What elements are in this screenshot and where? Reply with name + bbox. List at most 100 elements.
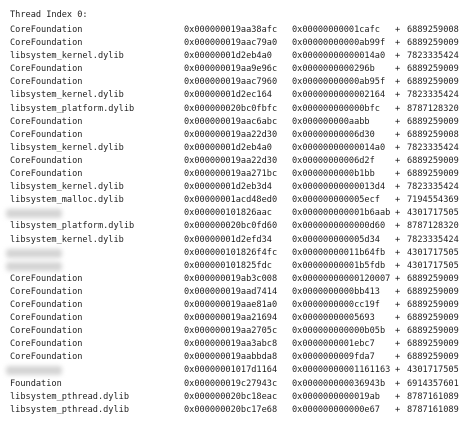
image-offset: 0x0000000000019ab [292,391,380,402]
image-offset: 0x000000000000b05b [292,326,386,337]
stack-frame-row: CoreFoundation 0x000000019aa22d30 0x000000… [10,129,470,142]
library-name: CoreFoundation [10,129,83,140]
stack-frame-row: CoreFoundation 0x000000019aa22d30 0x000000… [10,155,470,168]
symbol-offset: 7823335424 [407,142,459,153]
library-name: CoreFoundation [10,25,83,35]
symbol-offset: 4301717505 [407,247,459,258]
image-offset: 0x000000000aabb [292,116,370,127]
plus-sign: + [395,208,401,219]
image-offset: 0x00000000001b5fdb [292,260,386,271]
plus-sign: + [395,195,401,206]
frame-address: 0x000000019aa3abc8 [184,339,278,350]
symbol-offset: 6889259009 [407,299,459,310]
symbol-offset: 7194554369 [407,195,459,206]
frame-address: 0x000000019aa38afc [184,25,278,35]
image-offset: 0x0000000000b1bb [292,169,375,180]
symbol-offset: 8787161089 [407,391,459,402]
plus-sign: + [395,155,401,166]
frame-address: 0x000000019c27943c [184,378,278,389]
plus-sign: + [395,391,401,402]
library-name: libsystem_kernel.dylib [10,51,124,62]
image-offset: 0x000000000005ecf [292,195,380,206]
image-offset: 0x0000000000000d60 [292,221,386,232]
plus-sign: + [395,326,401,337]
image-offset: 0x0000000000002164 [292,90,386,101]
stack-frame-row: libsystem_kernel.dylib 0x00000001d2eb4a0 0… [10,142,470,155]
symbol-offset: 4301717505 [407,208,459,219]
library-name: CoreFoundation [10,273,83,284]
symbol-offset: 6889259009 [407,352,459,363]
plus-sign: + [395,103,401,114]
frame-address: 0x00000001acd48ed0 [184,195,278,206]
plus-sign: + [395,77,401,88]
frame-address: 0x000000019aac6abc [184,116,278,127]
image-offset: 0x00000000001cafc [292,25,380,35]
image-offset: 0x000000000036943b [292,378,386,389]
image-offset: 0x00000000011b64fb [292,247,386,258]
plus-sign: + [395,273,401,284]
symbol-offset: 7823335424 [407,51,459,62]
library-name: CoreFoundation [10,352,83,363]
image-offset: 0x00000000006d2f [292,155,375,166]
image-offset: 0x00000000006d30 [292,129,375,140]
frame-address: 0x00000001d2eb4a0 [184,51,272,62]
plus-sign: + [395,234,401,245]
library-name: libsystem_platform.dylib [10,221,135,232]
symbol-offset: 8787128320 [407,221,459,232]
stack-frame-row: 0x000000101826f4fc 0x00000000011b64fb +430… [6,247,470,260]
plus-sign: + [395,404,401,415]
frame-address: 0x000000019aa22d30 [184,155,278,166]
image-offset: 0x00000000000ab99f [292,38,386,49]
symbol-offset: 6889259009 [407,116,459,127]
symbol-offset: 7823335424 [407,234,459,245]
library-name: CoreFoundation [10,155,83,166]
stack-frame-row: CoreFoundation 0x000000019aac79a0 0x000000… [10,37,470,50]
image-offset: 0x0000000009fda7 [292,352,375,363]
image-offset: 0x00000000000014a0 [292,142,386,153]
image-offset: 0x0000000001ebc7 [292,339,375,350]
stack-frame-row: CoreFoundation 0x000000019aa271bc 0x000000… [10,168,470,181]
frame-address: 0x000000019aa271bc [184,169,278,180]
plus-sign: + [395,90,401,101]
symbol-offset: 6889259009 [407,77,459,88]
frame-address: 0x00000001d2ec164 [184,90,272,101]
plus-sign: + [395,260,401,271]
library-name: libsystem_pthread.dylib [10,391,129,402]
frame-address: 0x000000019aa21694 [184,313,278,324]
frame-address: 0x000000019aac7960 [184,77,278,88]
image-offset: 0x00000000005693 [292,313,375,324]
plus-sign: + [395,286,401,297]
frame-address: 0x000000019ab3c008 [184,273,278,284]
symbol-offset: 6889259009 [407,38,459,49]
stack-frame-row: libsystem_kernel.dylib 0x00000001d2eb4a0 0… [10,50,470,63]
symbol-offset: 6889259009 [407,155,459,166]
library-name: CoreFoundation [10,339,83,350]
image-offset: 0x0000000000296b [292,64,375,75]
frame-address: 0x000000019aae81a0 [184,299,278,310]
plus-sign: + [395,299,401,310]
plus-sign: + [395,169,401,180]
frame-address: 0x000000019aad7414 [184,286,278,297]
library-name: libsystem_kernel.dylib [10,90,124,101]
frame-address: 0x000000020bc0fbfc [184,103,278,114]
library-name: CoreFoundation [10,77,83,88]
frame-address: 0x00000001d2efd34 [184,234,272,245]
library-name: libsystem_platform.dylib [10,103,135,114]
frame-address: 0x000000019aac79a0 [184,38,278,49]
plus-sign: + [395,38,401,49]
frame-address: 0x000000019aa22d30 [184,129,278,140]
redacted-library-name [6,248,62,258]
plus-sign: + [395,352,401,363]
redacted-library-name [6,209,62,219]
plus-sign: + [395,339,401,350]
stack-frame-row: libsystem_pthread.dylib 0x000000020bc18ea… [10,391,470,404]
symbol-offset: 4301717505 [407,260,459,271]
frame-address: 0x000000020bc0fd60 [184,221,278,232]
symbol-offset: 6889259009 [407,169,459,180]
frame-address: 0x00000001d2eb3d4 [184,182,272,193]
plus-sign: + [395,378,401,389]
library-name: libsystem_pthread.dylib [10,404,129,415]
plus-sign: + [395,129,401,140]
plus-sign: + [395,313,401,324]
crash-log-view: Thread Index 0: CoreFoundation 0x00000001… [0,0,474,427]
